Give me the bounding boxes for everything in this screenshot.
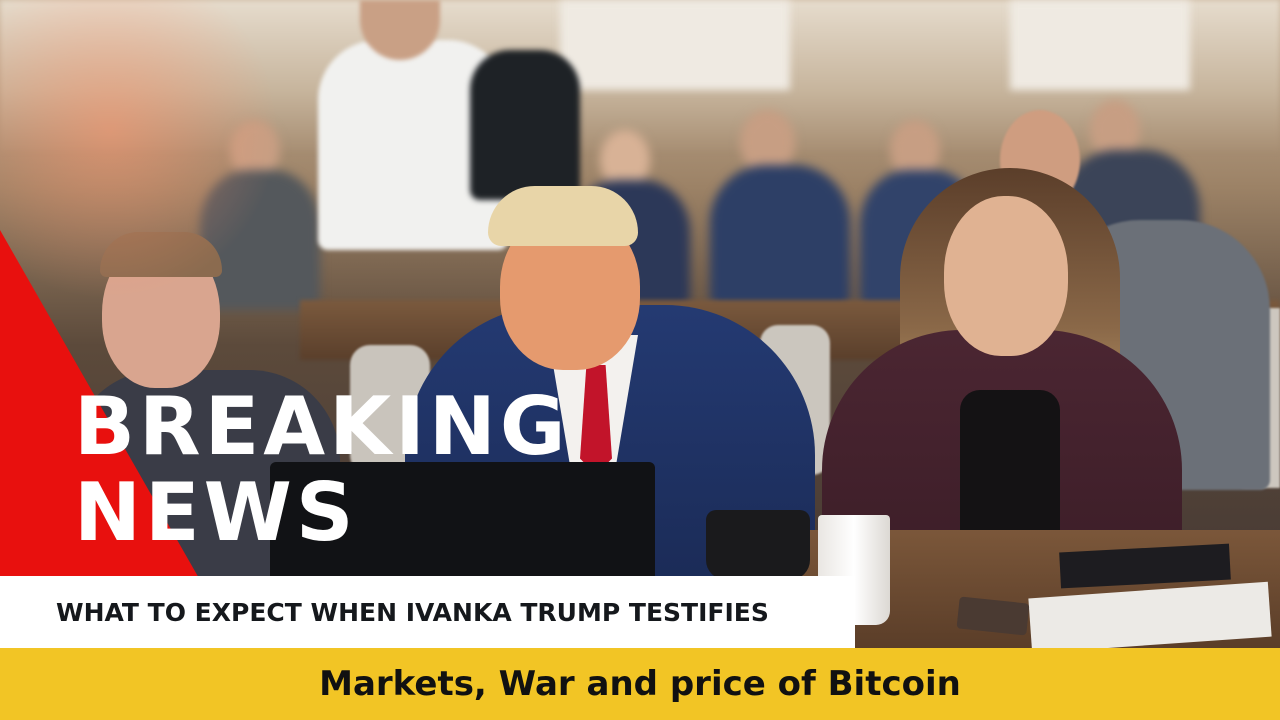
background-window	[560, 0, 790, 90]
breaking-news-headline: BREAKING NEWS	[74, 384, 570, 556]
headline-line-1: BREAKING	[74, 380, 570, 473]
news-thumbnail: BREAKING NEWS WHAT TO EXPECT WHEN IVANKA…	[0, 0, 1280, 720]
ticker-text: Markets, War and price of Bitcoin	[319, 664, 961, 704]
subheadline-bar: WHAT TO EXPECT WHEN IVANKA TRUMP TESTIFI…	[0, 576, 855, 648]
lens-glow	[0, 0, 280, 300]
background-window	[1010, 0, 1190, 90]
woman-face	[944, 196, 1068, 356]
headline-line-2: NEWS	[74, 466, 358, 559]
ticker-bar: Markets, War and price of Bitcoin	[0, 648, 1280, 720]
subheadline-text: WHAT TO EXPECT WHEN IVANKA TRUMP TESTIFI…	[56, 597, 769, 627]
court-officer-2	[470, 50, 580, 200]
water-pitcher	[706, 510, 810, 580]
man-center-hair	[488, 186, 638, 246]
woman-top	[960, 390, 1060, 550]
